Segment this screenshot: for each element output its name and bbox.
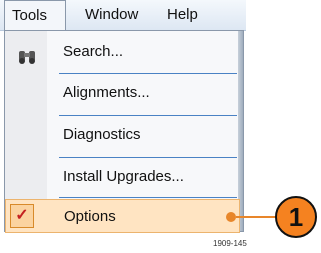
menu-item-label: Diagnostics [63,126,141,143]
checkmark-icon: ✓ [10,204,34,228]
menu-item-search[interactable]: Search... [5,35,240,69]
menu-tools[interactable]: Tools [4,0,66,31]
menu-item-label: Alignments... [63,84,150,101]
menu-bar: Tools Window Help [0,0,246,31]
menu-item-diagnostics[interactable]: Diagnostics [5,118,240,152]
figure-id-caption: 1909-145 [213,239,247,248]
callout-pointer-dot [226,212,236,222]
menu-item-label: Search... [63,43,124,60]
menu-item-label: Options [64,208,116,225]
callout-line [236,216,280,218]
callout-number-badge: 1 [275,196,317,238]
menu-item-install-upgrades[interactable]: Install Upgrades... [5,160,240,194]
menu-item-options[interactable]: ✓ Options [5,199,240,233]
menu-item-alignments[interactable]: Alignments... [5,76,240,110]
menu-help[interactable]: Help [167,0,198,30]
menu-item-label: Install Upgrades... [63,168,184,185]
menu-window[interactable]: Window [85,0,138,30]
tools-dropdown-menu: Search... Alignments... Diagnostics Inst… [4,30,244,233]
binoculars-icon [17,44,37,64]
